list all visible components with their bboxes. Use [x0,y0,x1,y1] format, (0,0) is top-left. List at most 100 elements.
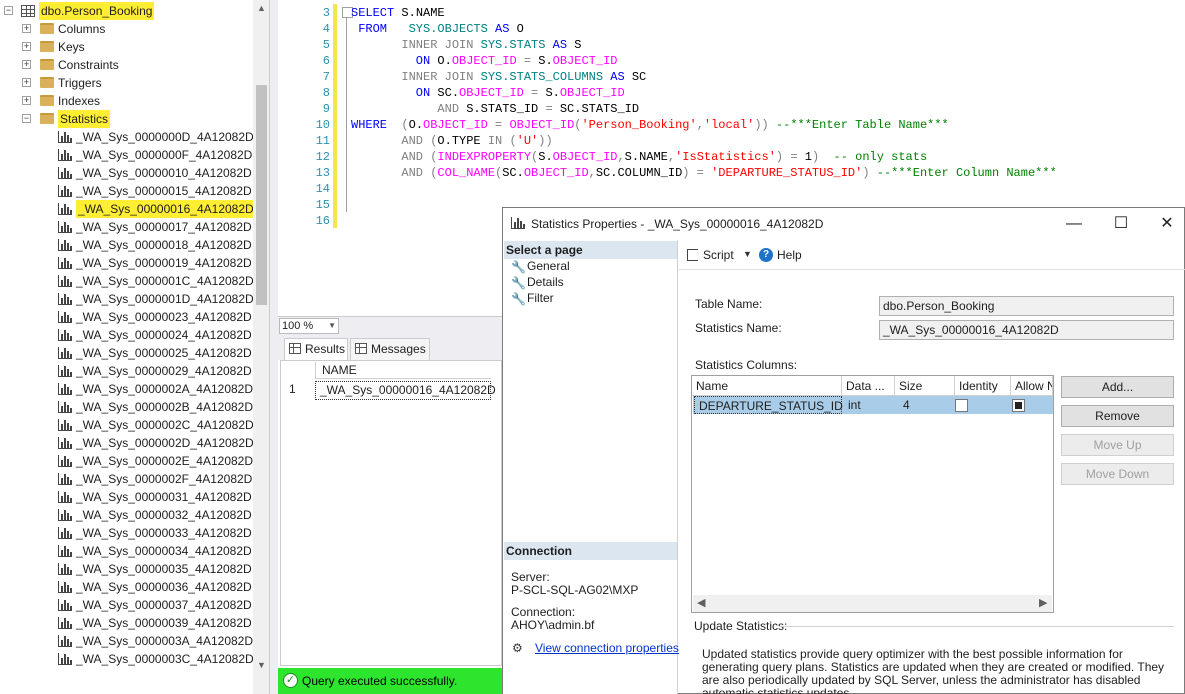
expand-icon[interactable]: + [22,96,31,105]
grid-header-allow-nulls[interactable]: Allow N [1011,376,1053,396]
scroll-up-icon[interactable]: ▲ [253,3,269,13]
identity-checkbox[interactable] [955,399,968,412]
code-token: IN ( [487,134,517,148]
grid-header-size[interactable]: Size [895,376,955,396]
code-line[interactable]: INNER JOIN SYS.STATS_COLUMNS AS SC [351,69,646,85]
statistic-label: _WA_Sys_00000033_4A12082D [76,526,252,540]
page-filter[interactable]: 🔧 Filter [511,290,554,306]
statistic-label: _WA_Sys_00000036_4A12082D [76,580,252,594]
grid-header-name[interactable]: Name [692,376,842,396]
explorer-scrollbar[interactable]: ▲ ▼ [253,0,269,694]
scroll-left-icon[interactable]: ◀ [697,596,705,609]
close-button[interactable]: ✕ [1145,212,1185,236]
grid-column-header[interactable]: NAME [315,362,491,379]
add-button[interactable]: Add... [1061,376,1174,398]
statistic-label: _WA_Sys_00000010_4A12082D [76,166,252,180]
folder-label: Columns [58,22,106,36]
grid-horizontal-scrollbar[interactable]: ◀ ▶ [693,595,1052,612]
code-line[interactable]: FROM SYS.OBJECTS AS O [351,21,524,37]
code-token: SC.COLUMN_ID [595,166,683,180]
zoom-select[interactable]: 100 % ▼ [279,318,339,334]
tab-messages[interactable]: Messages [350,338,430,360]
code-line[interactable]: ON SC.OBJECT_ID = S.OBJECT_ID [351,85,625,101]
collapse-icon[interactable]: − [4,6,13,15]
pane-splitter[interactable] [270,0,278,694]
collapse-icon[interactable]: − [22,114,31,123]
chevron-down-icon[interactable]: ▼ [743,249,752,259]
tab-results[interactable]: Results [284,338,348,360]
expand-icon[interactable]: + [22,24,31,33]
folder-label: Keys [58,40,85,54]
statistic-label: _WA_Sys_0000002F_4A12082D [76,472,253,486]
query-status-bar: ✓ Query executed successfully. [278,668,502,694]
code-token: OBJECT_ID [552,54,618,68]
allow-nulls-checkbox[interactable] [1012,399,1025,412]
scroll-down-icon[interactable]: ▼ [253,660,269,670]
statistic-label: _WA_Sys_0000000F_4A12082D [76,148,253,162]
maximize-button[interactable]: ☐ [1099,212,1143,236]
code-line[interactable]: WHERE (O.OBJECT_ID = OBJECT_ID('Person_B… [351,117,949,133]
statistics-name-field[interactable]: _WA_Sys_00000016_4A12082D [879,320,1174,340]
grid-cell-name[interactable]: DEPARTURE_STATUS_ID [694,396,843,414]
expand-icon[interactable]: + [22,60,31,69]
folder-label: Constraints [58,58,119,72]
statistic-label: _WA_Sys_00000037_4A12082D [76,598,252,612]
code-token: ( [401,118,409,132]
code-line[interactable]: AND (INDEXPROPERTY(S.OBJECT_ID,S.NAME,'I… [351,149,927,165]
code-line[interactable]: AND (O.TYPE IN ('U')) [351,133,553,149]
page-details[interactable]: 🔧 Details [511,274,564,290]
code-line[interactable]: AND (COL_NAME(SC.OBJECT_ID,SC.COLUMN_ID)… [351,165,1056,181]
move-up-button[interactable]: Move Up [1061,434,1174,456]
remove-button[interactable]: Remove [1061,405,1174,427]
view-connection-properties-link[interactable]: View connection properties [535,641,679,655]
results-tabs: Results Messages [278,334,502,360]
statistics-icon [58,239,72,251]
wrench-icon: 🔧 [511,276,526,290]
folder-label: Indexes [58,94,101,108]
code-token: AND ( [351,150,438,164]
grid-header-data-type[interactable]: Data ... [842,376,895,396]
table-name-field[interactable]: dbo.Person_Booking [879,296,1174,316]
chevron-down-icon[interactable]: ▼ [328,319,336,333]
statistics-columns-grid[interactable]: Name Data ... Size Identity Allow N DEPA… [691,375,1054,613]
code-token: ON [351,54,438,68]
statistic-label: _WA_Sys_0000002D_4A12082D [76,436,254,450]
code-token: OBJECT_ID [559,86,625,100]
select-page-header: Select a page [504,241,677,259]
code-token: = [523,86,546,100]
statistics-icon [511,217,525,229]
code-token: OBJECT_ID [509,118,575,132]
expand-icon[interactable]: + [22,78,31,87]
script-label: Script [703,248,734,262]
code-token: SC [631,70,647,84]
scroll-right-icon[interactable]: ▶ [1039,596,1047,609]
status-text: Query executed successfully. [302,674,458,688]
line-number: 15 [315,198,330,212]
code-line[interactable]: AND S.STATS_ID = SC.STATS_ID [351,101,639,117]
code-token: O. [437,54,452,68]
expand-icon[interactable]: + [22,42,31,51]
dialog-title-bar[interactable]: Statistics Properties - _WA_Sys_00000016… [503,208,1184,240]
line-number: 10 [315,118,330,132]
code-line[interactable]: INNER JOIN SYS.STATS AS S [351,37,581,53]
statistic-label: _WA_Sys_00000034_4A12082D [76,544,252,558]
grid-cell[interactable]: _WA_Sys_00000016_4A12082D [315,381,496,400]
line-number: 8 [322,86,330,100]
results-grid[interactable]: NAME 1 _WA_Sys_00000016_4A12082D [280,360,502,666]
grid-header-identity[interactable]: Identity [955,376,1011,396]
success-check-icon: ✓ [283,673,298,688]
grid-cell-data-type: int [848,398,861,412]
scrollbar-thumb[interactable] [256,85,267,305]
move-down-button[interactable]: Move Down [1061,463,1174,485]
statistic-label: _WA_Sys_00000024_4A12082D [76,328,252,342]
code-token: )) [538,134,553,148]
code-line[interactable]: SELECT S.NAME [351,5,445,21]
script-button[interactable]: Script ▼ [687,248,752,262]
page-general[interactable]: 🔧 General [511,258,570,274]
code-line[interactable]: ON O.OBJECT_ID = S.OBJECT_ID [351,53,618,69]
statistics-properties-dialog: Statistics Properties - _WA_Sys_00000016… [502,207,1185,694]
help-button[interactable]: ? Help [759,248,802,262]
statistics-columns-label: Statistics Columns: [695,358,798,372]
statistic-label: _WA_Sys_00000032_4A12082D [76,508,252,522]
minimize-button[interactable]: — [1052,212,1096,236]
